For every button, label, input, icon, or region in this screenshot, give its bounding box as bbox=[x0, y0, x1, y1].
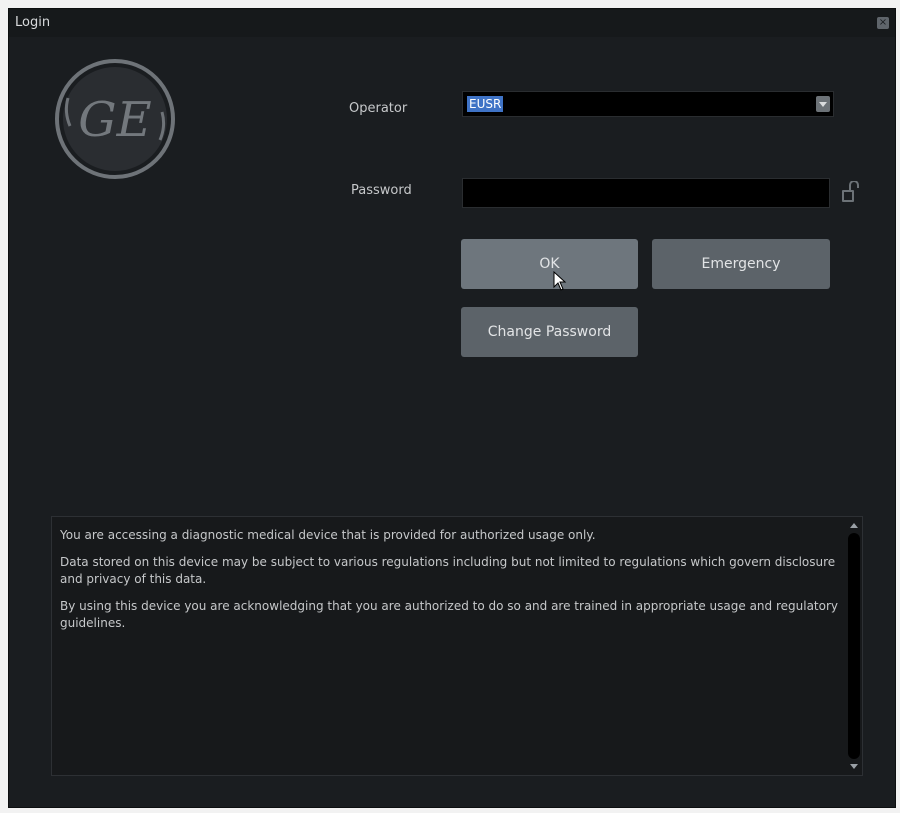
mouse-cursor-icon bbox=[553, 271, 567, 291]
password-label: Password bbox=[351, 183, 412, 198]
notice-paragraph: You are accessing a diagnostic medical d… bbox=[60, 528, 596, 542]
operator-label: Operator bbox=[349, 101, 408, 116]
svg-text:GE: GE bbox=[78, 92, 151, 148]
legal-notice-text: You are accessing a diagnostic medical d… bbox=[60, 527, 840, 642]
notice-paragraph: By using this device you are acknowledgi… bbox=[60, 599, 839, 630]
scroll-track[interactable] bbox=[848, 533, 860, 759]
operator-select[interactable]: EUSR bbox=[462, 91, 834, 117]
unlock-icon[interactable] bbox=[841, 181, 859, 205]
legal-notice-box: You are accessing a diagnostic medical d… bbox=[51, 516, 863, 776]
ok-button[interactable]: OK bbox=[461, 239, 638, 289]
login-window: Login × GE Operator EUSR Password OK Eme… bbox=[8, 8, 896, 808]
ge-logo-icon: GE bbox=[55, 59, 175, 179]
change-password-button[interactable]: Change Password bbox=[461, 307, 638, 357]
password-field[interactable] bbox=[462, 178, 830, 208]
close-button[interactable]: × bbox=[877, 17, 889, 29]
title-bar: Login × bbox=[9, 9, 895, 37]
chevron-down-icon[interactable] bbox=[816, 96, 830, 112]
window-title: Login bbox=[15, 15, 51, 30]
scroll-down-icon[interactable] bbox=[850, 764, 858, 769]
emergency-button[interactable]: Emergency bbox=[652, 239, 830, 289]
operator-value: EUSR bbox=[467, 96, 504, 112]
notice-paragraph: Data stored on this device may be subjec… bbox=[60, 555, 836, 586]
vertical-scrollbar[interactable] bbox=[848, 521, 860, 771]
scroll-up-icon[interactable] bbox=[850, 523, 858, 528]
